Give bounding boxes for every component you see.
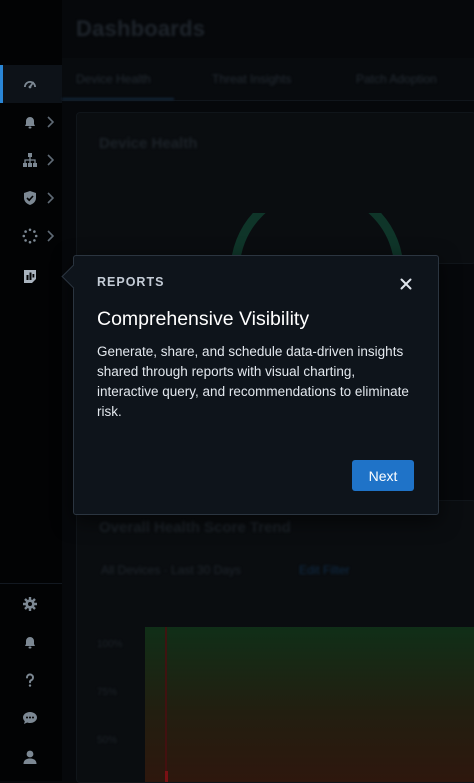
tour-body: Generate, share, and schedule data-drive… bbox=[97, 344, 409, 419]
trend-fill bbox=[145, 627, 474, 782]
active-tab-indicator bbox=[62, 98, 174, 100]
tab-patch-adoption[interactable]: Patch Adoption bbox=[356, 72, 437, 86]
sidebar-item-chat[interactable] bbox=[0, 699, 62, 737]
close-button[interactable] bbox=[396, 274, 416, 294]
tour-kicker: REPORTS bbox=[97, 275, 165, 289]
hierarchy-icon bbox=[23, 153, 37, 167]
page-title: Dashboards bbox=[76, 16, 206, 41]
sidebar-item-reports[interactable] bbox=[0, 257, 62, 295]
shield-icon bbox=[24, 191, 36, 205]
health-trend-chart: 100% 75% 50% bbox=[97, 611, 474, 782]
sidebar-item-settings[interactable] bbox=[0, 585, 62, 623]
sidebar-item-network[interactable] bbox=[0, 141, 62, 179]
chevron-right-icon bbox=[47, 230, 54, 242]
tab-device-health[interactable]: Device Health bbox=[76, 72, 151, 86]
chevron-right-icon bbox=[47, 192, 54, 204]
sidebar-item-profile[interactable] bbox=[0, 738, 62, 776]
speedometer-icon bbox=[24, 81, 36, 89]
tour-title: Comprehensive Visibility bbox=[97, 308, 310, 330]
filter-summary[interactable]: All Devices · Last 30 Days bbox=[101, 563, 241, 577]
tour-popover: REPORTS Comprehensive Visibility Generat… bbox=[61, 255, 439, 515]
device-health-card: Device Health bbox=[76, 112, 474, 272]
device-health-title: Device Health bbox=[99, 135, 198, 152]
tab-bar: Device Health Threat Insights Patch Adop… bbox=[62, 58, 474, 101]
dotted-circle-icon bbox=[22, 228, 38, 244]
tab-threat-insights[interactable]: Threat Insights bbox=[212, 72, 291, 86]
edit-filter-link[interactable]: Edit Filter bbox=[299, 563, 350, 577]
sidebar-item-notifications[interactable] bbox=[0, 623, 62, 661]
sidebar-item-integrations[interactable] bbox=[0, 217, 62, 255]
question-icon bbox=[25, 673, 34, 687]
sidebar-divider bbox=[0, 583, 62, 584]
sidebar bbox=[0, 0, 63, 781]
overall-health-card: Overall Health Score Trend All Devices ·… bbox=[76, 500, 474, 783]
close-icon bbox=[400, 278, 412, 290]
report-chart-icon bbox=[24, 270, 36, 283]
sidebar-item-dashboards[interactable] bbox=[0, 65, 62, 103]
user-icon bbox=[23, 750, 37, 764]
sidebar-item-alerts[interactable] bbox=[0, 103, 62, 141]
chevron-right-icon bbox=[47, 154, 54, 166]
chevron-right-icon bbox=[47, 116, 54, 128]
overall-health-title: Overall Health Score Trend bbox=[99, 519, 291, 536]
next-button[interactable]: Next bbox=[352, 460, 414, 491]
sidebar-item-help[interactable] bbox=[0, 661, 62, 699]
gear-icon bbox=[23, 597, 37, 611]
bell-icon bbox=[25, 117, 35, 129]
sidebar-item-security[interactable] bbox=[0, 179, 62, 217]
bell-icon bbox=[25, 637, 35, 649]
chat-bubble-icon bbox=[23, 712, 37, 724]
